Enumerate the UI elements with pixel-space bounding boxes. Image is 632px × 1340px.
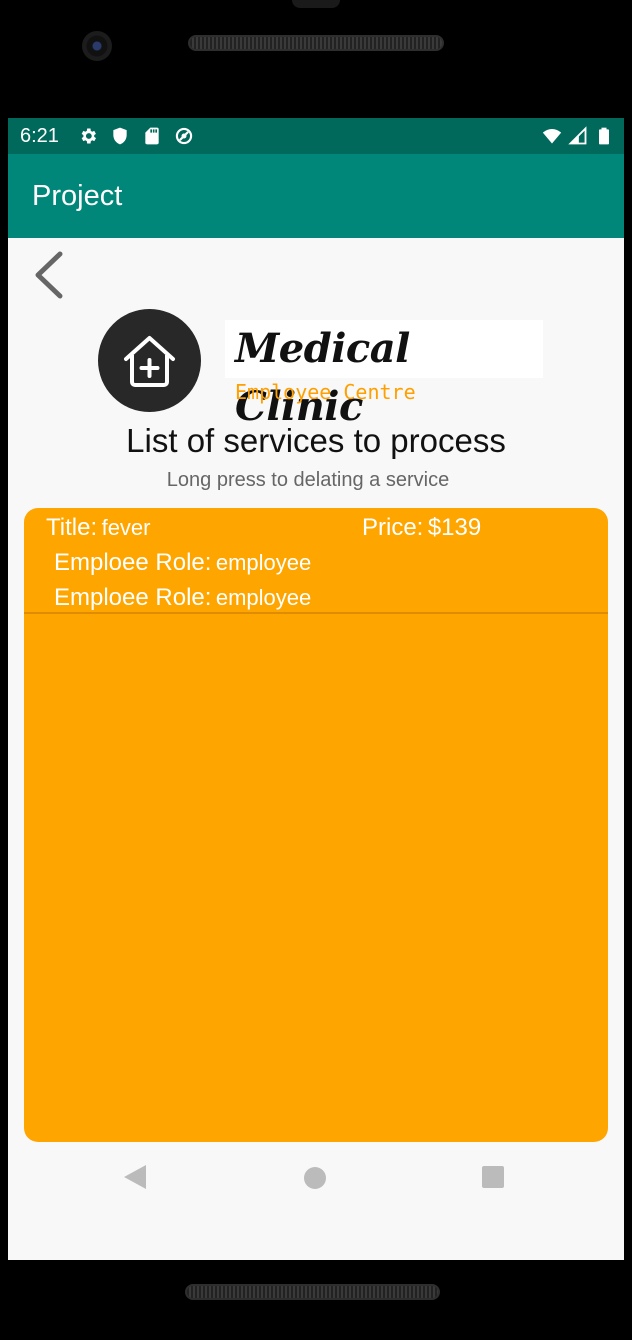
service-title: Title: fever <box>46 514 151 542</box>
signal-icon <box>568 126 587 145</box>
earpiece-speaker <box>188 35 444 51</box>
title-label: Title: <box>46 514 98 541</box>
clinic-logo: Medical Clinic <box>225 320 543 430</box>
back-button[interactable] <box>28 248 68 300</box>
wifi-icon <box>542 129 562 144</box>
role-value: employee <box>215 585 312 610</box>
role-value: employee <box>215 550 312 575</box>
role-label: Emploee Role: <box>54 584 212 611</box>
logo-subtitle: Employee Centre <box>235 380 416 404</box>
front-camera <box>82 31 112 61</box>
price-label: Price: <box>362 514 424 541</box>
role-label: Emploee Role: <box>54 549 212 576</box>
home-icon[interactable] <box>304 1167 326 1189</box>
hint-text: Long press to delating a service <box>166 469 450 491</box>
status-icons-right <box>542 126 614 146</box>
chevron-left-icon <box>35 251 63 299</box>
page-title: List of services to process <box>126 422 506 459</box>
price-value: $139 <box>427 514 482 541</box>
back-icon[interactable] <box>124 1165 146 1189</box>
service-price: Price: $139 <box>362 514 481 542</box>
title-value: fever <box>101 515 151 540</box>
medical-house-icon <box>124 336 175 387</box>
app-title: Project <box>32 180 123 212</box>
gear-icon <box>81 128 96 144</box>
shield-icon <box>113 127 127 145</box>
app-bar: Project <box>8 154 624 238</box>
bottom-speaker <box>185 1284 440 1300</box>
service-role-1: Emploee Role: employee <box>54 549 311 577</box>
sd-card-icon <box>145 127 159 145</box>
status-time: 6:21 <box>20 125 59 147</box>
recents-icon[interactable] <box>482 1166 504 1188</box>
services-list[interactable]: Title: fever Price: $139 Emploee Role: e… <box>24 508 608 1142</box>
battery-icon <box>599 127 609 145</box>
service-role-2: Emploee Role: employee <box>54 584 311 612</box>
clinic-avatar <box>98 309 201 412</box>
app-screen: 6:21 Project Medical Clinic Employee Cen… <box>8 118 624 1260</box>
status-icons-left <box>78 126 194 146</box>
logo-text: Medical Clinic <box>235 325 410 430</box>
status-bar: 6:21 <box>8 118 624 154</box>
device-top-notch <box>292 0 340 8</box>
no-sync-icon <box>175 127 193 145</box>
list-item[interactable]: Title: fever Price: $139 Emploee Role: e… <box>24 508 608 614</box>
